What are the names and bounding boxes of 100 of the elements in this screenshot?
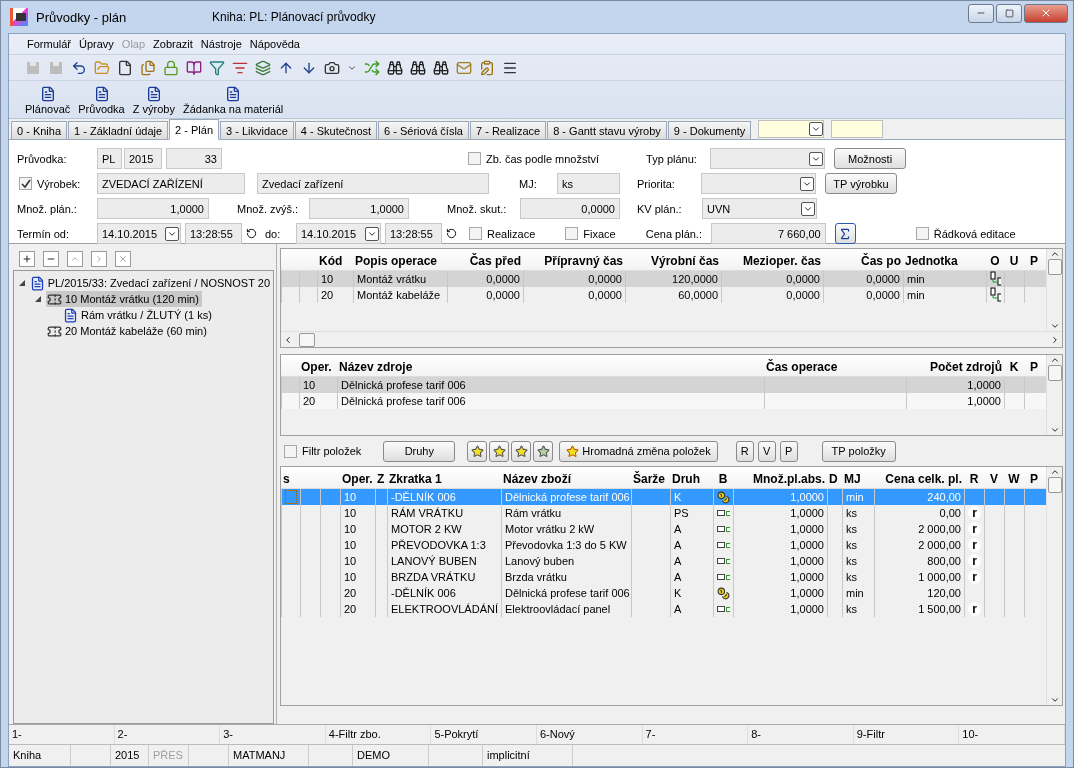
input-field[interactable]: 33: [166, 148, 222, 169]
star-button[interactable]: [467, 440, 488, 462]
column-header[interactable]: U: [1004, 249, 1024, 270]
input-field[interactable]: Zvedací zařízení: [257, 173, 489, 194]
checkbox[interactable]: [468, 152, 481, 165]
date-field[interactable]: 14.10.2015: [97, 223, 181, 244]
star-filter-button[interactable]: [533, 440, 554, 462]
function-key[interactable]: 1-: [9, 725, 115, 744]
checkbox[interactable]: [565, 227, 579, 240]
input-field[interactable]: 0,0000: [520, 198, 620, 219]
binoculars-icon[interactable]: [433, 59, 449, 76]
shuffle-icon[interactable]: [364, 59, 380, 76]
dropdown-button[interactable]: [165, 226, 179, 241]
column-header[interactable]: Z: [375, 467, 387, 488]
column-header[interactable]: B: [713, 467, 733, 488]
table-row[interactable]: 20 Dělnická profese tarif 006 1,0000: [281, 393, 1046, 409]
input-field[interactable]: ZVEDACÍ ZAŘÍZENÍ: [97, 173, 245, 194]
column-header[interactable]: Název zdroje: [337, 355, 764, 376]
column-header[interactable]: Množ.pl.abs.: [733, 467, 827, 488]
letter-button[interactable]: P: [779, 440, 798, 462]
mail-icon[interactable]: [456, 59, 472, 76]
horizontal-scrollbar[interactable]: [281, 331, 1062, 347]
column-header[interactable]: Čas operace: [764, 355, 906, 376]
book-icon[interactable]: [186, 59, 202, 76]
toolbar-button[interactable]: Průvodka: [76, 86, 127, 115]
scroll-thumb[interactable]: [299, 332, 315, 347]
column-header[interactable]: Počet zdrojů: [906, 355, 1004, 376]
function-key[interactable]: 4-Filtr zbo.: [325, 725, 432, 744]
column-header[interactable]: O: [986, 249, 1004, 270]
column-header[interactable]: Šarže: [631, 467, 670, 488]
checkbox[interactable]: [284, 444, 297, 458]
tree-item[interactable]: 20 Montáž kabeláže (60 min): [46, 323, 210, 339]
column-header[interactable]: Kód: [317, 249, 353, 270]
column-header[interactable]: Název zboží: [501, 467, 631, 488]
tab[interactable]: 0 - Kniha: [11, 121, 68, 139]
checkbox[interactable]: [19, 177, 32, 190]
column-header[interactable]: P: [1024, 467, 1044, 488]
combo-field[interactable]: [710, 148, 826, 169]
expanded-icon[interactable]: [34, 295, 42, 303]
menu-item[interactable]: Úpravy: [75, 38, 118, 50]
column-header[interactable]: Výrobní čas: [625, 249, 721, 270]
input-field[interactable]: 7 660,00: [710, 223, 826, 244]
tree-button[interactable]: [115, 251, 131, 267]
date-field[interactable]: 14.10.2015: [296, 223, 381, 244]
column-header[interactable]: V: [984, 467, 1004, 488]
toolbar-button[interactable]: Žádanka na materiál: [180, 86, 286, 115]
lock-icon[interactable]: [163, 59, 179, 76]
input-field[interactable]: PL: [97, 148, 122, 169]
function-key[interactable]: 5-Pokrytí: [431, 725, 537, 744]
menu-item[interactable]: Nástroje: [196, 38, 246, 50]
dropdown-button[interactable]: [365, 226, 379, 241]
column-header[interactable]: Mezioper. čas: [721, 249, 823, 270]
tree-item[interactable]: 10 Montáž vrátku (120 min): [46, 291, 202, 307]
table-row[interactable]: 10 Dělnická profese tarif 006 1,0000: [281, 377, 1046, 393]
minimize-button[interactable]: [968, 3, 994, 23]
binoculars-icon[interactable]: [410, 59, 426, 76]
dropdown-button[interactable]: [800, 176, 814, 191]
camera-icon[interactable]: [324, 59, 340, 76]
binoculars-icon[interactable]: [387, 59, 403, 76]
column-header[interactable]: Čas po: [823, 249, 903, 270]
scroll-thumb[interactable]: [1047, 259, 1062, 275]
column-header[interactable]: P: [1024, 355, 1044, 376]
letter-button[interactable]: R: [735, 440, 754, 462]
expand-all-button[interactable]: [19, 251, 35, 267]
table-row[interactable]: 10 PŘEVODOVKA 1:3 Převodovka 1:3 do 5 KW A 1,0000 ks 2 000,00 r: [281, 537, 1046, 553]
scroll-thumb[interactable]: [1047, 477, 1062, 493]
time-field[interactable]: 13:28:55: [185, 223, 242, 244]
tab[interactable]: 2 - Plán: [169, 119, 219, 140]
maximize-button[interactable]: [996, 3, 1022, 23]
bulk-change-button[interactable]: Hromadná změna položek: [559, 440, 718, 462]
function-key[interactable]: 6-Nový: [536, 725, 643, 744]
column-header[interactable]: Přípravný čas: [523, 249, 625, 270]
menu-item[interactable]: Zobrazit: [149, 38, 197, 50]
star-remove-button[interactable]: [511, 440, 532, 462]
expanded-icon[interactable]: [18, 279, 26, 287]
tab[interactable]: 6 - Sériová čísla: [378, 121, 469, 139]
function-key[interactable]: 2-: [114, 725, 221, 744]
table-row[interactable]: 10 Montáž vrátku 0,0000 0,0000 120,0000 0,0000 0,0000 min: [281, 271, 1046, 287]
combo-field[interactable]: [701, 173, 816, 194]
function-key[interactable]: 9-Filtr: [853, 725, 960, 744]
input-field[interactable]: 2015: [124, 148, 162, 169]
tree-item[interactable]: PL/2015/33: Zvedací zařízení / NOSNOST 20: [28, 275, 273, 291]
pages-icon[interactable]: [140, 59, 156, 76]
dropdown-button[interactable]: [809, 151, 824, 166]
scroll-thumb[interactable]: [1047, 365, 1062, 381]
rotate-icon[interactable]: [446, 228, 457, 239]
column-header[interactable]: Jednotka: [903, 249, 986, 270]
letter-button[interactable]: V: [757, 440, 776, 462]
table-row[interactable]: 10 MOTOR 2 KW Motor vrátku 2 kW A 1,0000 ks 2 000,00 r: [281, 521, 1046, 537]
vertical-scrollbar[interactable]: [1046, 467, 1062, 705]
tree-button[interactable]: [67, 251, 83, 267]
close-button[interactable]: [1024, 3, 1068, 23]
types-button[interactable]: Druhy: [383, 440, 456, 462]
toolbar-button[interactable]: Plánovač: [23, 86, 73, 115]
function-key[interactable]: 7-: [642, 725, 749, 744]
function-key[interactable]: 3-: [220, 725, 326, 744]
column-header[interactable]: Zkratka 1: [387, 467, 501, 488]
tab[interactable]: 1 - Základní údaje: [68, 121, 169, 139]
table-row[interactable]: 10 LANOVÝ BUBEN Lanový buben A 1,0000 ks 800,00 r: [281, 553, 1046, 569]
function-key[interactable]: 10-: [959, 725, 1065, 744]
